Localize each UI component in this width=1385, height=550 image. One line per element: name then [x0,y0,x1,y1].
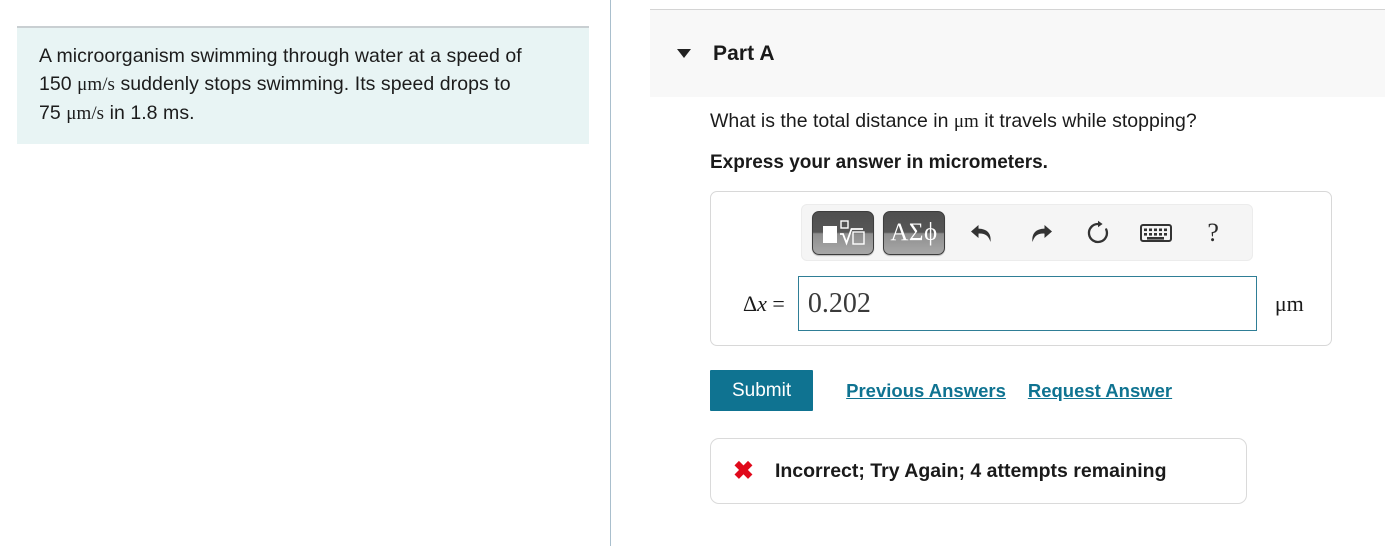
problem-statement-text: A microorganism swimming through water a… [39,42,571,128]
problem-line-2-prefix: 150 [39,73,78,95]
problem-line-1: A microorganism swimming through water a… [39,45,522,67]
part-a-header[interactable]: Part A [650,9,1385,97]
submit-button[interactable]: Submit [710,370,814,411]
answer-entry-container: ΑΣϕ ? Δx = 0.202 μm [710,191,1332,346]
greek-button-label: ΑΣϕ [890,218,938,246]
problem-line-3-prefix: 75 [39,102,67,124]
answer-input-row: Δx = μm [725,276,1317,331]
redo-arrow-icon[interactable] [1019,213,1063,253]
part-title: Part A [713,41,775,65]
x-mark-icon: ✖ [733,456,754,485]
instruction-text: Express your answer in micrometers. [710,152,1048,173]
previous-answers-link[interactable]: Previous Answers [846,380,1006,402]
question-text: What is the total distance in μm it trav… [710,108,1370,135]
math-template-button[interactable] [812,210,874,255]
problem-line-3-suffix: in 1.8 ms. [104,102,195,124]
problem-line-2-unit: μm/s [77,74,115,95]
question-suffix: it travels while stopping? [978,110,1197,132]
undo-arrow-icon[interactable] [961,213,1005,253]
keyboard-icon[interactable] [1134,213,1178,253]
problem-line-2-suffix: suddenly stops swimming. Its speed drops… [115,73,511,95]
question-prefix: What is the total distance in [710,110,954,132]
problem-page: A microorganism swimming through water a… [0,0,1385,550]
feedback-message: Incorrect; Try Again; 4 attempts remaini… [774,459,1167,482]
greek-symbols-button[interactable]: ΑΣϕ [883,210,945,255]
feedback-banner: ✖ Incorrect; Try Again; 4 attempts remai… [710,438,1247,504]
sqrt-template-icon [823,219,865,246]
undo-arrow-glyph [970,224,991,242]
answer-actions: Submit Previous Answers Request Answer [710,370,1370,411]
answer-input[interactable] [797,276,1257,331]
answer-variable-label: Δx = [743,290,785,316]
chevron-down-icon[interactable] [677,49,691,58]
answer-unit-label: μm [1274,290,1304,316]
problem-line-3-unit: μm/s [66,103,105,124]
reset-circle-icon[interactable] [1076,213,1120,253]
problem-statement-card: A microorganism swimming through water a… [17,26,589,144]
part-a-pane: Part A What is the total distance in μm … [611,0,1385,550]
math-toolbar: ΑΣϕ ? [801,204,1253,261]
part-a-body: What is the total distance in μm it trav… [710,108,1370,504]
problem-statement-pane: A microorganism swimming through water a… [0,0,610,550]
question-unit: μm [953,111,979,132]
help-icon[interactable]: ? [1191,213,1235,253]
reset-circle-glyph [1087,220,1109,243]
request-answer-link[interactable]: Request Answer [1028,380,1172,402]
keyboard-glyph [1139,223,1172,242]
redo-arrow-glyph [1032,224,1053,242]
